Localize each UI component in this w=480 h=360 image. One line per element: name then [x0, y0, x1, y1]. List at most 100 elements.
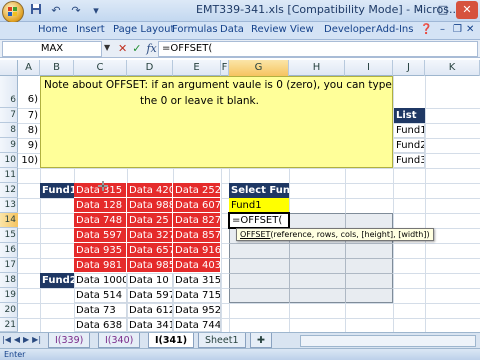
- next-sheet-icon[interactable]: ▶: [23, 335, 29, 344]
- col-header-f[interactable]: F: [221, 60, 229, 76]
- excel-window: ↶ ↷ ▾ EMT339-341.xls [Compatibility Mode…: [0, 0, 480, 360]
- window-controls: – □ ✕: [408, 1, 478, 19]
- move-cursor-icon: [98, 181, 108, 191]
- enter-icon[interactable]: ✓: [132, 41, 141, 57]
- col-header-d[interactable]: D: [127, 60, 173, 76]
- ribbon-restore-icon[interactable]: ❐: [453, 24, 462, 35]
- tab-insert[interactable]: Insert: [76, 24, 105, 35]
- tab-page-layout[interactable]: Page Layout: [113, 24, 174, 35]
- col-header-e[interactable]: E: [173, 60, 221, 76]
- row-header-7[interactable]: 7: [0, 108, 18, 123]
- customize-qat-icon[interactable]: ▾: [88, 3, 104, 19]
- list-item: Fund2: [394, 138, 425, 153]
- insert-sheet-icon[interactable]: ✚: [250, 333, 272, 348]
- ribbon-close-icon[interactable]: ✕: [466, 24, 474, 35]
- tab-developer[interactable]: Developer: [324, 24, 375, 35]
- tab-review[interactable]: Review: [251, 24, 287, 35]
- office-logo-icon: [8, 7, 17, 16]
- row-header-15[interactable]: 15: [0, 228, 18, 243]
- last-sheet-icon[interactable]: ▶|: [32, 335, 41, 344]
- col-header-h[interactable]: H: [289, 60, 345, 76]
- function-argument-tooltip[interactable]: OFFSET(reference, rows, cols, [height], …: [236, 228, 434, 241]
- fund2-cell: Data 744: [173, 318, 221, 332]
- list-item: Fund1: [394, 123, 425, 138]
- row-header-21[interactable]: 21: [0, 318, 18, 332]
- cancel-icon[interactable]: ✕: [118, 41, 127, 57]
- col-header-k[interactable]: K: [425, 60, 480, 76]
- tooltip-function-name[interactable]: OFFSET: [240, 230, 270, 239]
- insert-function-icon[interactable]: fx: [146, 41, 156, 57]
- tab-home[interactable]: Home: [38, 24, 68, 35]
- fund1-cell: Data 597: [74, 228, 127, 243]
- fund1-cell: Data 857: [173, 228, 221, 243]
- col-header-c[interactable]: C: [74, 60, 127, 76]
- row-header-18[interactable]: 18: [0, 273, 18, 288]
- horizontal-scrollbar[interactable]: [300, 335, 476, 347]
- name-box-dropdown-icon[interactable]: ▼: [104, 43, 110, 52]
- row-header-8[interactable]: 8: [0, 123, 18, 138]
- sheet-tab-340[interactable]: I(340): [98, 333, 141, 348]
- row-header-10[interactable]: 10: [0, 153, 18, 168]
- fund1-cell: Data 327: [127, 228, 173, 243]
- col-header-i[interactable]: I: [345, 60, 393, 76]
- select-fund-value[interactable]: Fund1: [229, 198, 289, 213]
- fund1-cell: Data 935: [74, 243, 127, 258]
- office-button[interactable]: [2, 1, 24, 23]
- save-icon[interactable]: [28, 3, 44, 19]
- sheet-tab-sheet1[interactable]: Sheet1: [198, 333, 246, 348]
- row-header-12[interactable]: 12: [0, 183, 18, 198]
- ribbon-minimize-icon[interactable]: –: [440, 24, 445, 35]
- maximize-icon[interactable]: □: [432, 1, 454, 19]
- row-header-9[interactable]: 9: [0, 138, 18, 153]
- col-header-b[interactable]: B: [40, 60, 74, 76]
- name-box[interactable]: MAX: [2, 41, 102, 57]
- fund2-cell: Data 715: [173, 288, 221, 303]
- note-label-7: 7): [27, 110, 38, 121]
- fund2-cell: Data 612: [127, 303, 173, 318]
- close-icon[interactable]: ✕: [456, 1, 478, 19]
- row-header-14[interactable]: 14: [0, 213, 18, 228]
- row-header-11[interactable]: 11: [0, 168, 18, 183]
- fund1-cell: Data 916: [173, 243, 221, 258]
- active-cell-editor[interactable]: =OFFSET(: [228, 212, 290, 229]
- note-label-6: 6): [27, 94, 38, 105]
- tab-add-ins[interactable]: Add-Ins: [376, 24, 413, 35]
- row-header-20[interactable]: 20: [0, 303, 18, 318]
- fund1-cell: Data 25: [127, 213, 173, 228]
- fund1-cell: Data 748: [74, 213, 127, 228]
- tab-view[interactable]: View: [290, 24, 314, 35]
- tab-formulas[interactable]: Formulas: [172, 24, 218, 35]
- help-icon[interactable]: ❓: [420, 24, 432, 35]
- fund2-cell: Data 73: [74, 303, 127, 318]
- fund1-cell: Data 252: [173, 183, 221, 198]
- formula-input[interactable]: =OFFSET(: [158, 41, 478, 57]
- sheet-tab-339[interactable]: I(339): [48, 333, 91, 348]
- fund2-cell: Data 638: [74, 318, 127, 332]
- status-bar: Enter: [0, 348, 480, 360]
- worksheet-grid[interactable]: Note about OFFSET: if an argument vaule …: [18, 76, 480, 332]
- redo-icon[interactable]: ↷: [68, 3, 84, 19]
- row-header-19[interactable]: 19: [0, 288, 18, 303]
- sheet-tab-341[interactable]: I(341): [148, 333, 195, 348]
- row-header-6[interactable]: 6: [0, 76, 18, 108]
- fund2-cell: Data 315: [173, 273, 221, 288]
- list-item: Fund3: [394, 153, 425, 168]
- undo-icon[interactable]: ↶: [48, 3, 64, 19]
- col-header-g[interactable]: G: [229, 60, 289, 76]
- fund2-cell: Data 1000: [74, 273, 127, 288]
- prev-sheet-icon[interactable]: ◀: [14, 335, 20, 344]
- first-sheet-icon[interactable]: |◀: [2, 335, 11, 344]
- row-header-13[interactable]: 13: [0, 198, 18, 213]
- minimize-icon[interactable]: –: [408, 1, 430, 19]
- select-all-corner[interactable]: [0, 60, 18, 76]
- row-header-16[interactable]: 16: [0, 243, 18, 258]
- note-label-10: 10): [21, 155, 38, 166]
- row-headers: 6 7 8 9 10 11 12 13 14 15 16 17 18 19 20…: [0, 76, 18, 332]
- col-header-j[interactable]: J: [393, 60, 425, 76]
- list-header: List: [394, 108, 425, 123]
- quick-access-toolbar: ↶ ↷ ▾: [28, 3, 104, 19]
- col-header-a[interactable]: A: [18, 60, 40, 76]
- row-header-17[interactable]: 17: [0, 258, 18, 273]
- tab-data[interactable]: Data: [220, 24, 244, 35]
- fund2-label: Fund2: [40, 273, 74, 288]
